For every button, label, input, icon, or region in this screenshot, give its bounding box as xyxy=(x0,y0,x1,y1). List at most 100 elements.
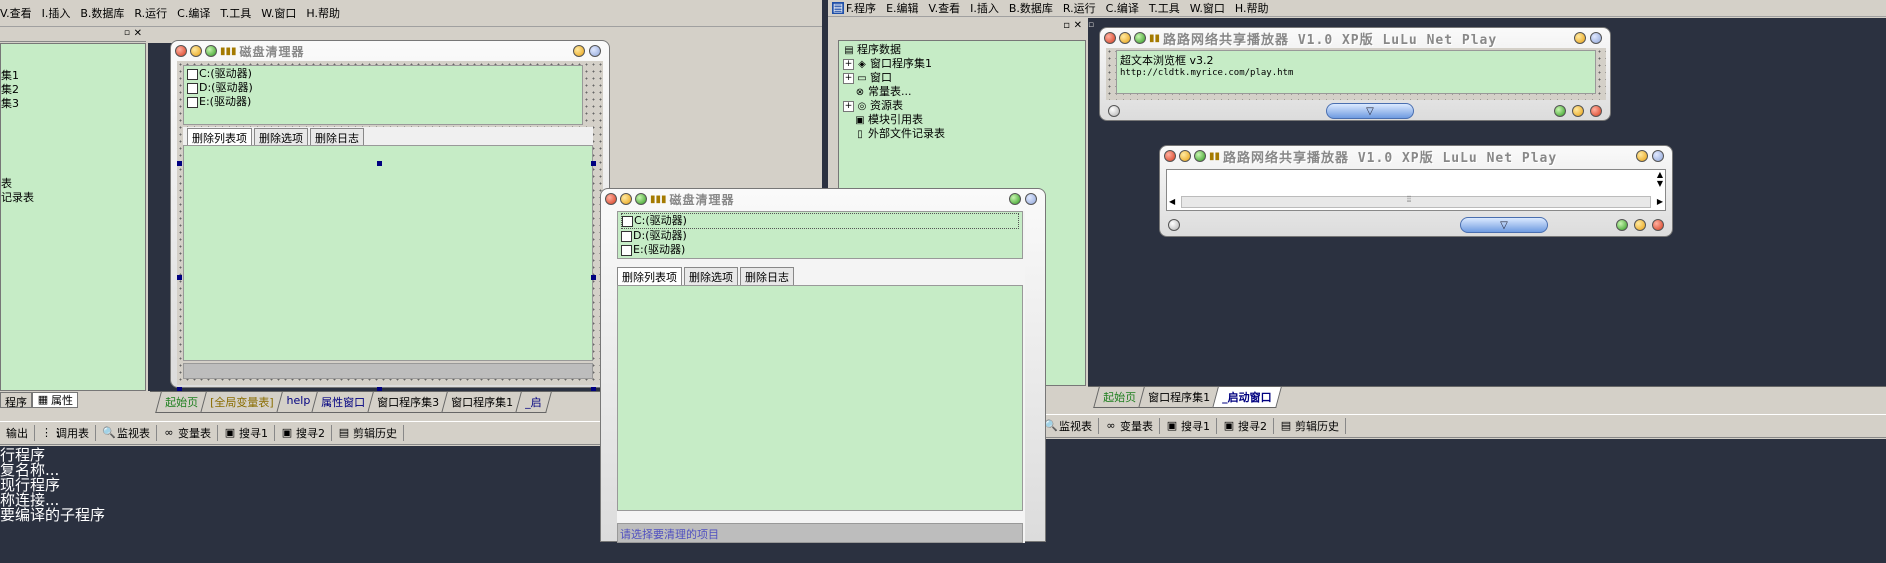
tab-program[interactable]: 程序 xyxy=(0,392,32,409)
design-form-window[interactable]: ▮▮▮ 磁盘清理器 C:(驱动器) D:(驱动器) E:(驱动器) 删除列表项 … xyxy=(170,40,610,392)
play-icon[interactable] xyxy=(1554,105,1566,117)
menu-help[interactable]: H.帮助 xyxy=(306,5,340,21)
tab-delete-log[interactable]: 删除日志 xyxy=(740,267,794,286)
menu-view[interactable]: V.查看 xyxy=(929,0,961,16)
maximize-icon[interactable] xyxy=(635,193,647,205)
drive-list[interactable]: C:(驱动器) D:(驱动器) E:(驱动器) xyxy=(183,65,583,125)
expand-button[interactable]: ▽ xyxy=(1460,217,1548,233)
checkbox[interactable] xyxy=(187,96,198,108)
checkbox[interactable] xyxy=(621,244,632,256)
settings-icon[interactable] xyxy=(1168,219,1180,231)
menu-compile[interactable]: C.编译 xyxy=(1106,0,1139,16)
tree-item[interactable]: 表 xyxy=(1,177,145,191)
panel-close-icon[interactable]: ✕ xyxy=(1074,20,1082,31)
doc-tab-property-window[interactable]: 属性窗口 xyxy=(311,392,376,413)
scroll-up-icon[interactable]: ▲ xyxy=(1657,170,1663,179)
menu-help[interactable]: H.帮助 xyxy=(1235,0,1269,16)
panel-pin-icon[interactable]: ▫ xyxy=(1063,20,1070,31)
shade-icon[interactable] xyxy=(1025,193,1037,205)
disk-cleaner-runtime-window[interactable]: ▮▮▮ 磁盘清理器 C:(驱动器) D:(驱动器) E:(驱动器) 删除列表项 … xyxy=(600,188,1046,543)
menu-database[interactable]: B.数据库 xyxy=(80,5,124,21)
panel-pin-icon[interactable]: ▫ xyxy=(124,28,130,38)
panel-close-icon[interactable]: ✕ xyxy=(134,28,142,39)
tree-item[interactable]: 集2 xyxy=(1,83,145,97)
design-tab-content[interactable] xyxy=(183,145,593,361)
close-icon[interactable] xyxy=(605,193,617,205)
tree-item[interactable]: 集1 xyxy=(1,69,145,83)
checkbox[interactable] xyxy=(621,230,632,242)
expand-icon[interactable]: + xyxy=(843,72,854,84)
tree-item[interactable]: 记录表 xyxy=(1,191,145,205)
tree-item[interactable]: 集3 xyxy=(1,97,145,111)
doc-tab-globals[interactable]: [全局变量表] xyxy=(200,392,284,413)
scroll-right-icon[interactable]: ▶ xyxy=(1657,197,1663,206)
toolbar-watch[interactable]: 🔍 监视表 xyxy=(96,425,157,441)
pause-icon[interactable] xyxy=(1572,105,1584,117)
settings-icon[interactable] xyxy=(1108,105,1120,117)
help-icon[interactable] xyxy=(1636,150,1648,162)
tree-item-constants[interactable]: ⊗ 常量表... xyxy=(843,85,1081,99)
runtime-tab-content[interactable] xyxy=(617,285,1023,511)
drive-item-d[interactable]: D:(驱动器) xyxy=(621,229,1019,243)
tab-delete-options[interactable]: 删除选项 xyxy=(684,267,738,286)
scroll-down-icon[interactable]: ▼ xyxy=(1657,179,1663,188)
player-window[interactable]: ▮▮ 路路网络共享播放器 V1.0 XP版 LuLu Net Play ▲ ▼ … xyxy=(1159,145,1673,237)
stop-icon[interactable] xyxy=(1590,105,1602,117)
menu-window[interactable]: W.窗口 xyxy=(261,5,296,21)
checkbox[interactable] xyxy=(187,82,198,94)
tree-item-external-files[interactable]: ▯ 外部文件记录表 xyxy=(843,127,1081,141)
help-icon[interactable] xyxy=(573,45,585,57)
drive-item-d[interactable]: D:(驱动器) xyxy=(187,81,579,95)
menu-run[interactable]: R.运行 xyxy=(1063,0,1096,16)
toolbar-search1[interactable]: ▣ 搜寻1 xyxy=(218,425,275,441)
shade-icon[interactable] xyxy=(589,45,601,57)
shade-icon[interactable] xyxy=(1652,150,1664,162)
drive-item-c[interactable]: C:(驱动器) xyxy=(621,213,1019,229)
expand-button[interactable]: ▽ xyxy=(1326,103,1414,119)
checkbox[interactable] xyxy=(622,215,633,227)
player-design-canvas[interactable]: 超文本浏览框 v3.2 http://cldtk.myrice.com/play… xyxy=(1106,48,1606,100)
play-icon[interactable] xyxy=(1616,219,1628,231)
tree-item-module1[interactable]: + ◈ 窗口程序集1 xyxy=(843,57,1081,71)
player-design-window[interactable]: ▮▮ 路路网络共享播放器 V1.0 XP版 LuLu Net Play 超文本浏… xyxy=(1099,27,1611,121)
tab-properties[interactable]: ▦ 属性 xyxy=(32,392,78,408)
minimize-icon[interactable] xyxy=(1179,150,1191,162)
design-canvas[interactable]: C:(驱动器) D:(驱动器) E:(驱动器) 删除列表项 删除选项 删除日志 xyxy=(177,61,603,392)
help-icon[interactable] xyxy=(1574,32,1586,44)
help-icon[interactable] xyxy=(1009,193,1021,205)
pause-icon[interactable] xyxy=(1634,219,1646,231)
close-icon[interactable] xyxy=(175,45,187,57)
minimize-icon[interactable] xyxy=(620,193,632,205)
doc-tab-module1[interactable]: 窗口程序集1 xyxy=(441,392,524,413)
menu-program[interactable]: ▤ F.程序 xyxy=(832,0,876,16)
toolbar-search2[interactable]: ▣ 搜寻2 xyxy=(1217,418,1274,434)
tree-item-resources[interactable]: + ◎ 资源表 xyxy=(843,99,1081,113)
tab-delete-list[interactable]: 删除列表项 xyxy=(617,267,682,286)
shade-icon[interactable] xyxy=(1590,32,1602,44)
minimize-icon[interactable] xyxy=(190,45,202,57)
menu-tools[interactable]: T.工具 xyxy=(1149,0,1180,16)
drive-item-e[interactable]: E:(驱动器) xyxy=(621,243,1019,257)
toolbar-clip-history[interactable]: ▤ 剪辑历史 xyxy=(332,425,404,441)
tree-item-program-data[interactable]: ▤ 程序数据 xyxy=(843,43,1081,57)
stop-icon[interactable] xyxy=(1652,219,1664,231)
doc-tab-module1[interactable]: 窗口程序集1 xyxy=(1138,387,1220,408)
toolbar-variables[interactable]: ∞ 变量表 xyxy=(157,425,218,441)
menu-tools[interactable]: T.工具 xyxy=(220,5,251,21)
maximize-icon[interactable] xyxy=(1134,32,1146,44)
menu-window[interactable]: W.窗口 xyxy=(1190,0,1225,16)
doc-tab-startup[interactable]: _启 xyxy=(515,392,552,413)
menu-insert[interactable]: I.插入 xyxy=(42,5,71,21)
player-browser-area[interactable]: ▲ ▼ ⦙⦙ ◀ ▶ xyxy=(1166,169,1666,211)
toolbar-clip-history[interactable]: ▤ 剪辑历史 xyxy=(1274,418,1346,434)
menu-database[interactable]: B.数据库 xyxy=(1009,0,1053,16)
toolbar-variables[interactable]: ∞ 变量表 xyxy=(1099,418,1160,434)
drive-item-e[interactable]: E:(驱动器) xyxy=(187,95,579,109)
maximize-icon[interactable] xyxy=(205,45,217,57)
checkbox[interactable] xyxy=(187,68,198,80)
close-icon[interactable] xyxy=(1104,32,1116,44)
menu-insert[interactable]: I.插入 xyxy=(970,0,999,16)
menu-view[interactable]: V.查看 xyxy=(0,5,32,21)
expand-icon[interactable]: + xyxy=(843,58,854,70)
menu-run[interactable]: R.运行 xyxy=(134,5,167,21)
